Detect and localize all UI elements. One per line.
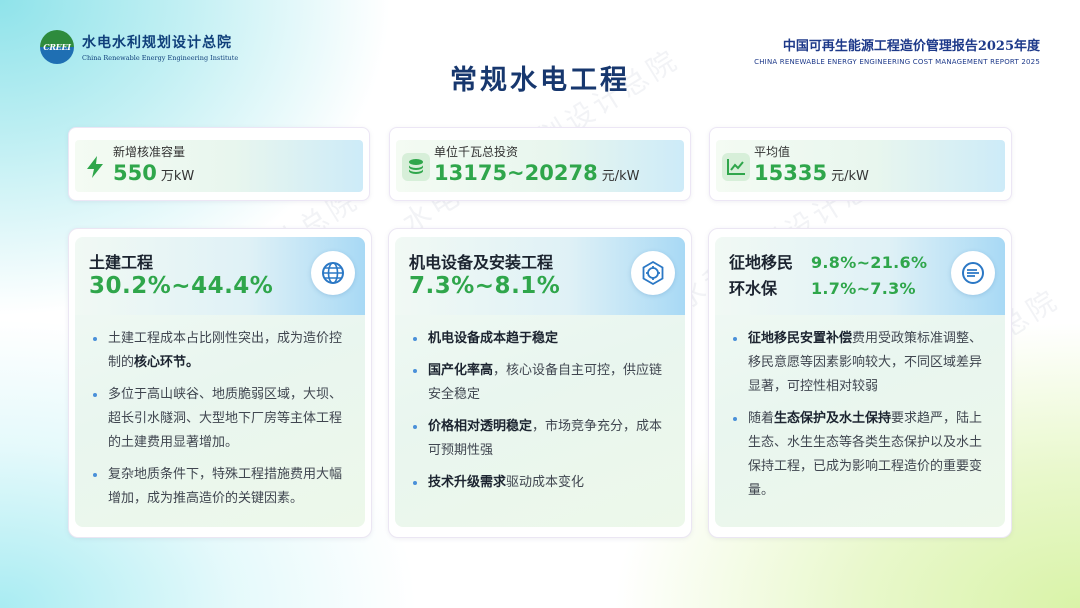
list-item: 机电设备成本趋于稳定	[413, 327, 671, 351]
list-item: 多位于高山峡谷、地质脆弱区域，大坝、超长引水隧洞、大型地下厂房等主体工程的土建费…	[93, 383, 351, 455]
bullet-list: 土建工程成本占比刚性突出，成为造价控制的核心环节。 多位于高山峡谷、地质脆弱区域…	[93, 327, 351, 519]
env-row: 环水保 1.7%~7.3%	[729, 275, 916, 299]
list-item: 征地移民安置补偿费用受政策标准调整、移民意愿等因素影响较大，不同区域差异显著，可…	[733, 327, 991, 399]
stat-value: 550 万kW	[113, 161, 195, 185]
card-civil-works: 土建工程 30.2%~44.4% 土建工程成本占比刚性突出，成为造价控制的核心环…	[68, 228, 372, 538]
list-item: 随着生态保护及水土保持要求趋严，陆上生态、水生生态等各类生态保护以及水土保持工程…	[733, 407, 991, 503]
list-item: 国产化率高，核心设备自主可控，供应链安全稳定	[413, 359, 671, 407]
list-item: 土建工程成本占比刚性突出，成为造价控制的核心环节。	[93, 327, 351, 375]
page-title: 常规水电工程	[450, 65, 630, 96]
card-percentage: 7.3%~8.1%	[409, 273, 561, 299]
card-title: 征地移民	[729, 253, 794, 272]
logo-cn-name: 水电水利规划设计总院	[82, 35, 232, 51]
card-percentage: 9.8%~21.6%	[811, 253, 928, 272]
lightning-icon	[81, 153, 109, 181]
stat-card-capacity: 新增核准容量 550 万kW	[68, 127, 370, 201]
stat-value: 15335 元/kW	[754, 161, 869, 185]
card-mechanical-equipment: 机电设备及安装工程 7.3%~8.1% 机电设备成本趋于稳定 国产化率高，核心设…	[388, 228, 692, 538]
globe-icon	[311, 251, 355, 295]
stat-card-average: 平均值 15335 元/kW	[709, 127, 1012, 201]
card-title: 环水保	[729, 279, 778, 298]
stat-card-unit-investment: 单位千瓦总投资 13175~20278 元/kW	[389, 127, 691, 201]
bullet-list: 机电设备成本趋于稳定 国产化率高，核心设备自主可控，供应链安全稳定 价格相对透明…	[413, 327, 671, 503]
coins-icon	[402, 153, 430, 181]
card-title: 机电设备及安装工程	[409, 253, 554, 272]
stat-value: 13175~20278 元/kW	[434, 161, 640, 185]
report-title-cn: 中国可再生能源工程造价管理报告2025年度	[782, 39, 1040, 54]
land-row: 征地移民 9.8%~21.6%	[729, 249, 927, 273]
bullet-list: 征地移民安置补偿费用受政策标准调整、移民意愿等因素影响较大，不同区域差异显著，可…	[733, 327, 991, 511]
card-land-resettlement: 征地移民 9.8%~21.6% 环水保 1.7%~7.3% 征地移民安置补偿费用…	[708, 228, 1012, 538]
hexagon-gear-icon	[631, 251, 675, 295]
stat-label: 平均值	[754, 145, 791, 159]
card-percentage: 30.2%~44.4%	[89, 273, 274, 299]
card-percentage: 1.7%~7.3%	[811, 279, 916, 298]
list-item: 技术升级需求驱动成本变化	[413, 471, 671, 495]
stat-label: 单位千瓦总投资	[434, 145, 519, 159]
list-item: 复杂地质条件下，特殊工程措施费用大幅增加，成为推高造价的关键因素。	[93, 463, 351, 511]
line-chart-icon	[722, 153, 750, 181]
leaf-circle-icon	[951, 251, 995, 295]
stat-label: 新增核准容量	[113, 145, 186, 159]
card-title: 土建工程	[89, 253, 154, 272]
list-item: 价格相对透明稳定，市场竞争充分，成本可预期性强	[413, 415, 671, 463]
